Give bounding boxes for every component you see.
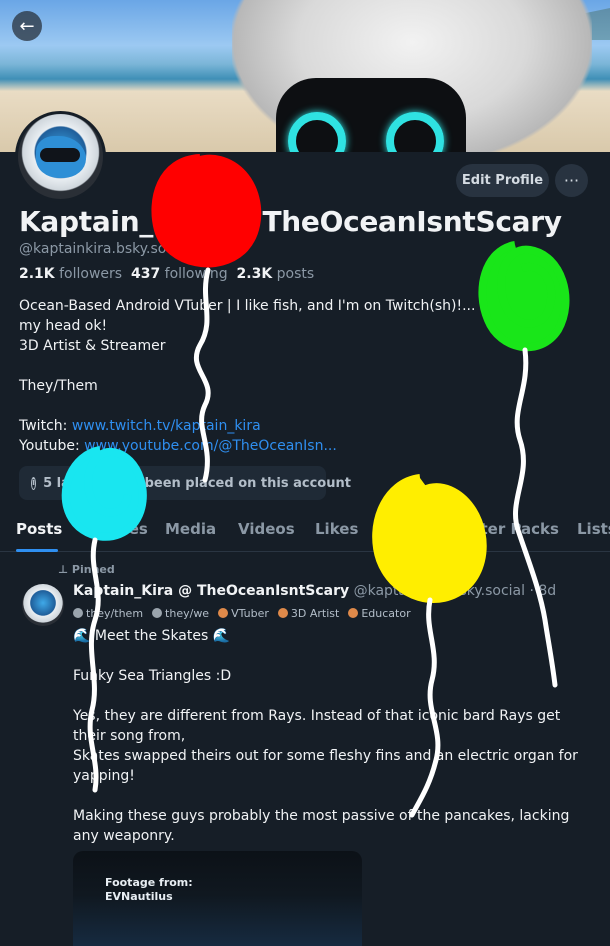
bio-line-3: They/Them (19, 378, 98, 394)
tag-label: they/we (165, 607, 210, 620)
twitch-label: Twitch: (19, 418, 68, 434)
back-arrow-icon: ← (19, 15, 35, 37)
tab-replies[interactable]: Replies (86, 520, 148, 538)
tag-label: Educator (361, 607, 411, 620)
tag-icon (73, 608, 83, 618)
video-caption-line: EVNautilus (105, 890, 173, 903)
labels-notice-text: 5 labels have been placed on this accoun… (43, 475, 351, 491)
labels-notice[interactable]: i 5 labels have been placed on this acco… (19, 466, 351, 500)
post-header: Kaptain_Kira @ TheOceanIsntScary @kaptai… (73, 583, 556, 599)
avatar-visor (40, 148, 80, 162)
info-icon: i (31, 476, 37, 490)
pinned-indicator: ⊥ Pinned (58, 563, 115, 576)
twitch-link[interactable]: www.twitch.tv/kaptain_kira (72, 418, 261, 434)
post-paragraph: Funky Sea Triangles :D (73, 668, 232, 684)
tag-item[interactable]: Educator (348, 607, 411, 620)
tag-icon (152, 608, 163, 618)
posts-stat: 2.3K posts (237, 266, 315, 282)
tab-starter-packs[interactable]: Starter Packs (445, 520, 559, 538)
followers-count: 2.1K (19, 266, 55, 282)
tab-lists[interactable]: Lists (577, 520, 610, 538)
tag-icon (218, 608, 229, 618)
post-author-tags: they/them they/we VTuber 3D Artist Educa… (73, 607, 411, 620)
posts-label: posts (276, 266, 315, 282)
back-button[interactable]: ← (12, 11, 42, 41)
profile-avatar[interactable] (15, 111, 106, 202)
profile-handle: @kaptainkira.bsky.social (19, 241, 191, 257)
video-caption-line: Footage from: (105, 876, 193, 889)
profile-display-name: Kaptain_Kira @ TheOceanIsntScary (19, 205, 562, 238)
post-video-thumbnail[interactable]: Footage from: EVNautilus (73, 851, 362, 946)
tab-feeds[interactable]: Feeds (380, 520, 430, 538)
ellipsis-icon: ··· (563, 171, 580, 190)
youtube-link[interactable]: www.youtube.com/@TheOceanIsn... (84, 438, 337, 454)
tag-icon (277, 608, 288, 618)
tab-media[interactable]: Media (165, 520, 216, 538)
tab-videos[interactable]: Videos (238, 520, 295, 538)
tab-posts[interactable]: Posts (16, 520, 62, 538)
youtube-label: Youtube: (19, 438, 80, 454)
following-count: 437 (130, 266, 161, 282)
edit-profile-button[interactable]: Edit Profile (456, 164, 549, 197)
post-paragraph: Making these guys probably the most pass… (73, 808, 570, 844)
followers-stat[interactable]: 2.1K followers (19, 266, 122, 282)
bio-line-2: 3D Artist & Streamer (19, 338, 166, 354)
tag-label: 3D Artist (290, 607, 340, 620)
tag-icon (348, 608, 359, 618)
post-paragraph: Yes, they are different from Rays. Inste… (73, 708, 578, 784)
tab-likes[interactable]: Likes (315, 520, 358, 538)
tag-label: VTuber (231, 607, 269, 620)
followers-label: followers (59, 266, 123, 282)
pinned-label: Pinned (71, 563, 115, 576)
video-caption: Footage from: EVNautilus (105, 876, 193, 904)
posts-count: 2.3K (236, 266, 273, 282)
profile-bio: Ocean-Based Android VTuber | I like fish… (19, 296, 579, 456)
post-paragraph: 🌊 Meet the Skates 🌊 (73, 628, 231, 644)
tag-item[interactable]: VTuber (218, 607, 269, 620)
tag-label: they/them (86, 607, 144, 620)
following-label: following (164, 266, 228, 282)
tag-item[interactable]: they/them (73, 607, 143, 620)
tag-item[interactable]: they/we (152, 607, 209, 620)
post-body: 🌊 Meet the Skates 🌊 Funky Sea Triangles … (73, 626, 593, 866)
following-stat[interactable]: 437 following (131, 266, 228, 282)
more-options-button[interactable]: ··· (555, 164, 588, 197)
post-author-name[interactable]: Kaptain_Kira @ TheOceanIsntScary (73, 583, 349, 599)
profile-tabs: Posts Replies Media Videos Likes Feeds S… (0, 508, 610, 552)
active-tab-indicator (16, 549, 58, 552)
tag-item[interactable]: 3D Artist (277, 607, 340, 620)
post-author-handle[interactable]: @kaptainkira.bsky.social · 8d (354, 583, 557, 599)
post-author-avatar[interactable] (22, 584, 64, 626)
pin-icon: ⊥ (58, 563, 69, 576)
profile-stats: 2.1K followers 437 following 2.3K posts (19, 266, 314, 282)
bio-line-1: Ocean-Based Android VTuber | I like fish… (19, 298, 562, 334)
